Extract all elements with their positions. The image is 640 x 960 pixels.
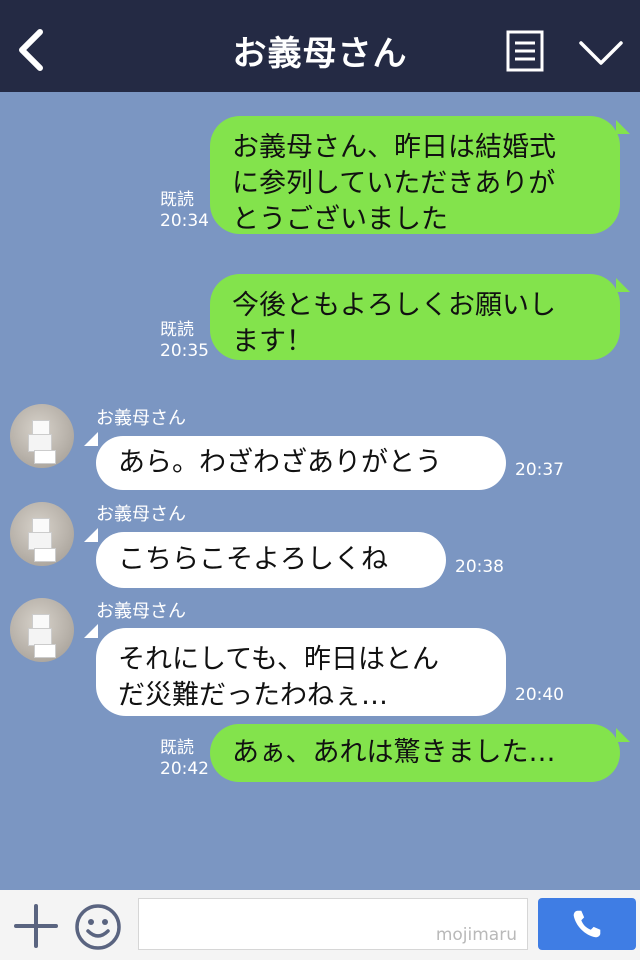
chat-area[interactable]: 既読 20:34 お義母さん、昨日は結婚式 に参列していただきありが とうござい… [0, 92, 640, 890]
chevron-down-icon[interactable] [578, 38, 624, 68]
bubble-tail [616, 278, 630, 292]
message-input[interactable]: mojimaru [138, 898, 528, 950]
sender-name: お義母さん [96, 601, 186, 622]
message-time: 20:38 [455, 557, 504, 577]
outgoing-message-bubble[interactable]: あぁ、あれは驚きました… [210, 724, 620, 782]
message-meta: 既読 20:35 [160, 320, 209, 362]
message-time: 20:35 [160, 341, 209, 361]
message-time: 20:42 [160, 759, 209, 779]
read-receipt: 既読 [160, 320, 194, 340]
phone-icon [573, 910, 601, 938]
bubble-tail [84, 432, 98, 446]
call-button[interactable] [538, 898, 636, 950]
outgoing-message-bubble[interactable]: お義母さん、昨日は結婚式 に参列していただきありが とうございました [210, 116, 620, 235]
message-time: 20:37 [515, 460, 564, 480]
menu-icon[interactable] [506, 30, 544, 72]
bubble-tail [616, 120, 630, 134]
avatar[interactable] [10, 502, 74, 566]
bubble-tail [84, 624, 98, 638]
plus-icon[interactable] [14, 904, 58, 948]
avatar[interactable] [10, 404, 74, 468]
chat-title: お義母さん [232, 34, 408, 74]
bubble-tail [84, 528, 98, 542]
read-receipt: 既読 [160, 190, 194, 210]
sender-name: お義母さん [96, 504, 186, 525]
message-time: 20:40 [515, 685, 564, 705]
avatar[interactable] [10, 598, 74, 662]
message-meta: 既読 20:34 [160, 190, 209, 232]
incoming-message-bubble[interactable]: あら。わざわざありがとう [96, 436, 506, 490]
message-meta: 既読 20:42 [160, 738, 209, 780]
incoming-message-bubble[interactable]: こちらこそよろしくね [96, 532, 446, 588]
message-time: 20:34 [160, 211, 209, 231]
watermark: mojimaru [435, 925, 517, 945]
smiley-icon[interactable] [74, 903, 122, 951]
read-receipt: 既読 [160, 738, 194, 758]
chat-header: お義母さん [0, 0, 640, 92]
outgoing-message-bubble[interactable]: 今後ともよろしくお願いし ます！ [210, 274, 620, 360]
bubble-tail [616, 728, 630, 742]
sender-name: お義母さん [96, 408, 186, 429]
incoming-message-bubble[interactable]: それにしても、昨日はとん だ災難だったわねぇ… [96, 628, 506, 716]
